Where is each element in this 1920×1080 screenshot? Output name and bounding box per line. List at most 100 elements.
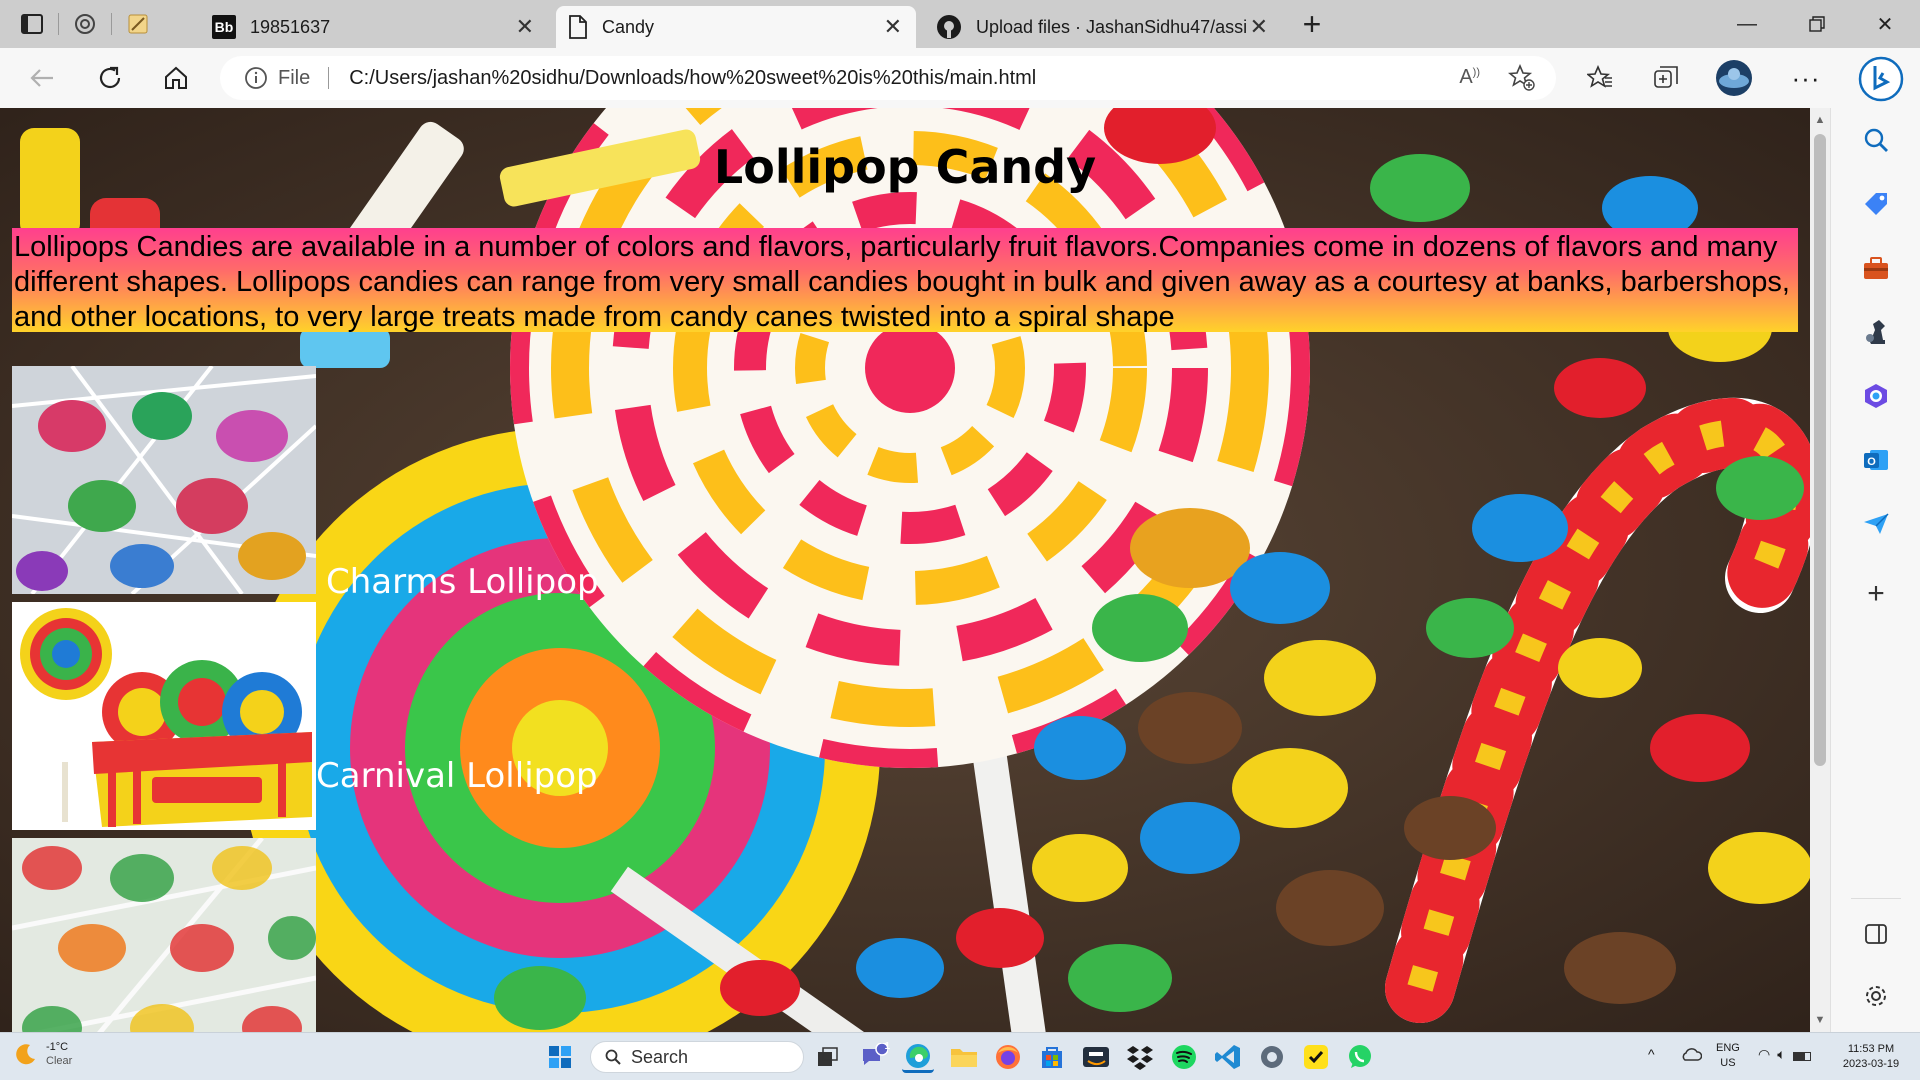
tab-candy[interactable]: Candy ✕ bbox=[556, 6, 916, 48]
sidebar-outlook-button[interactable]: O bbox=[1856, 440, 1896, 480]
new-tab-button[interactable]: + bbox=[1294, 6, 1330, 42]
tab-github[interactable]: Upload files · JashanSidhu47/assi ✕ bbox=[924, 6, 1282, 48]
add-favorite-icon[interactable] bbox=[1508, 64, 1536, 92]
clock[interactable]: 11:53 PM 2023-03-19 bbox=[1836, 1042, 1906, 1072]
profile-button[interactable] bbox=[1714, 58, 1754, 98]
taskbar-search[interactable]: Search bbox=[590, 1041, 804, 1073]
collections-icon bbox=[1654, 66, 1678, 88]
windows-taskbar: -1°C Clear Search 1 ^ ENG US ◠ 🔈︎ 11:53 … bbox=[0, 1032, 1920, 1080]
close-tab-icon[interactable]: ✕ bbox=[1250, 14, 1268, 40]
sidebar-drop-button[interactable] bbox=[1856, 504, 1896, 544]
taskbar-dropbox[interactable] bbox=[1124, 1041, 1156, 1073]
clock-date: 2023-03-19 bbox=[1842, 1058, 1900, 1070]
tab-blackboard[interactable]: Bb 19851637 ✕ bbox=[200, 6, 548, 48]
github-icon bbox=[937, 15, 961, 39]
vscode-icon bbox=[1215, 1045, 1240, 1069]
taskbar-firefox[interactable] bbox=[992, 1041, 1024, 1073]
store-icon bbox=[1042, 1047, 1062, 1068]
taskbar-edge[interactable] bbox=[902, 1041, 934, 1073]
sidebar-search-button[interactable] bbox=[1856, 120, 1896, 160]
sidebar-copilot-button[interactable] bbox=[1856, 376, 1896, 416]
taskbar-vscode[interactable] bbox=[1212, 1041, 1244, 1073]
pinned-tab-chatgpt[interactable] bbox=[65, 8, 105, 40]
bing-chat-button[interactable] bbox=[1856, 54, 1906, 104]
collections-button[interactable] bbox=[1646, 58, 1686, 98]
close-tab-icon[interactable]: ✕ bbox=[884, 14, 902, 40]
product-image-lollipops bbox=[12, 838, 316, 1032]
settings-more-button[interactable]: ··· bbox=[1786, 58, 1826, 98]
start-button[interactable] bbox=[544, 1041, 576, 1073]
battery-icon bbox=[1792, 1051, 1811, 1061]
notes-icon bbox=[128, 14, 148, 34]
close-tab-icon[interactable]: ✕ bbox=[516, 14, 534, 40]
favorites-icon bbox=[1587, 65, 1612, 88]
chevron-up-icon: ^ bbox=[1648, 1046, 1655, 1062]
taskbar-settings[interactable] bbox=[1256, 1041, 1288, 1073]
minimize-button[interactable]: — bbox=[1712, 0, 1782, 48]
sidebar-games-button[interactable] bbox=[1856, 312, 1896, 352]
tab-strip-left bbox=[12, 8, 158, 40]
sidebar-tools-button[interactable] bbox=[1856, 248, 1896, 288]
task-view-icon bbox=[818, 1047, 838, 1066]
sidebar-settings-button[interactable] bbox=[1856, 976, 1896, 1016]
weather-temperature: -1°C bbox=[46, 1041, 69, 1053]
scroll-down-icon[interactable]: ▼ bbox=[1814, 1014, 1826, 1026]
language-indicator[interactable]: ENG US bbox=[1716, 1041, 1740, 1071]
gear-icon bbox=[1866, 986, 1886, 1006]
chat-badge: 1 bbox=[884, 1041, 890, 1052]
chatgpt-icon bbox=[75, 14, 95, 34]
address-divider bbox=[328, 67, 330, 89]
pinned-tab-notes[interactable] bbox=[118, 8, 158, 40]
tab-title: Candy bbox=[602, 16, 655, 37]
restore-button[interactable] bbox=[1782, 0, 1852, 48]
outlook-icon: O bbox=[1864, 450, 1888, 470]
carnival-lollipops-photo bbox=[12, 602, 316, 830]
page-title: Lollipop Candy bbox=[713, 140, 1097, 194]
tab-title: Upload files · JashanSidhu47/assi bbox=[976, 16, 1246, 37]
onedrive-button[interactable] bbox=[1680, 1047, 1703, 1066]
home-button[interactable] bbox=[156, 58, 196, 98]
refresh-button[interactable] bbox=[90, 58, 130, 98]
back-button[interactable] bbox=[22, 58, 62, 98]
teams-chat-button[interactable]: 1 bbox=[858, 1041, 890, 1073]
taskbar-file-explorer[interactable] bbox=[948, 1041, 980, 1073]
task-view-button[interactable] bbox=[812, 1041, 844, 1073]
scrollbar-thumb[interactable] bbox=[1814, 134, 1826, 766]
folder-icon bbox=[951, 1049, 977, 1067]
taskbar-amazon[interactable] bbox=[1080, 1041, 1112, 1073]
tab-title: 19851637 bbox=[250, 16, 331, 37]
address-bar[interactable]: File C:/Users/jashan%20sidhu/Downloads/h… bbox=[220, 56, 1556, 100]
restore-icon bbox=[1809, 16, 1825, 32]
close-window-button[interactable]: ✕ bbox=[1850, 0, 1920, 48]
wifi-icon: ◠ bbox=[1758, 1046, 1771, 1062]
amazon-icon bbox=[1083, 1047, 1109, 1067]
product-label-carnival: Carnival Lollipop bbox=[316, 756, 598, 796]
favorites-button[interactable] bbox=[1580, 58, 1620, 98]
show-hidden-icons-button[interactable]: ^ bbox=[1648, 1047, 1655, 1062]
tab-separator bbox=[111, 13, 112, 35]
volume-icon: 🔈︎ bbox=[1777, 1046, 1786, 1062]
office-icon bbox=[1865, 384, 1887, 408]
taskbar-store[interactable] bbox=[1036, 1041, 1068, 1073]
read-aloud-icon[interactable]: A)) bbox=[1459, 66, 1480, 89]
tab-actions-icon bbox=[21, 14, 43, 34]
quick-settings-button[interactable]: ◠ 🔈︎ bbox=[1758, 1047, 1811, 1064]
clock-time: 11:53 PM bbox=[1847, 1043, 1895, 1055]
weather-widget[interactable]: -1°C Clear bbox=[14, 1040, 72, 1068]
page-scrollbar[interactable]: ▲ ▼ bbox=[1810, 108, 1830, 1032]
taskbar-spotify[interactable] bbox=[1168, 1041, 1200, 1073]
home-icon bbox=[165, 66, 187, 89]
spotify-icon bbox=[1172, 1045, 1196, 1069]
blackboard-icon: Bb bbox=[212, 15, 236, 39]
sidebar-add-button[interactable]: + bbox=[1856, 574, 1896, 614]
sidebar-shopping-button[interactable] bbox=[1856, 184, 1896, 224]
url-text[interactable]: C:/Users/jashan%20sidhu/Downloads/how%20… bbox=[349, 67, 1036, 90]
tab-actions-button[interactable] bbox=[12, 8, 52, 40]
back-arrow-icon bbox=[30, 69, 53, 87]
description-paragraph: Lollipops Candies are available in a num… bbox=[12, 228, 1798, 333]
taskbar-whatsapp[interactable] bbox=[1344, 1041, 1376, 1073]
scroll-up-icon[interactable]: ▲ bbox=[1814, 114, 1826, 126]
hide-sidebar-button[interactable] bbox=[1856, 914, 1896, 954]
info-icon[interactable] bbox=[244, 66, 268, 90]
taskbar-norton[interactable] bbox=[1300, 1041, 1332, 1073]
